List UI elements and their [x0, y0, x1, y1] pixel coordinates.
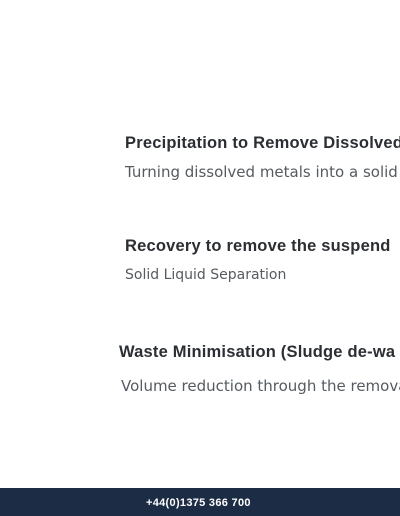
section-heading: Precipitation to Remove Dissolved [125, 134, 400, 152]
section-waste-minimisation: Waste Minimisation (Sludge de-wa Volume … [0, 330, 400, 410]
section-precipitation: Precipitation to Remove Dissolved Turnin… [0, 0, 400, 200]
section-text: Solid Liquid Separation [125, 267, 287, 283]
footer-bar: +44(0)1375 366 700 [0, 488, 400, 516]
section-text: Turning dissolved metals into a solid fo [125, 163, 400, 181]
section-heading: Waste Minimisation (Sludge de-wa [119, 343, 396, 361]
phone-number[interactable]: +44(0)1375 366 700 [146, 497, 251, 509]
section-text: Volume reduction through the remova [121, 377, 400, 395]
section-heading: Recovery to remove the suspend [125, 237, 391, 255]
section-recovery: Recovery to remove the suspend Solid Liq… [0, 200, 400, 300]
